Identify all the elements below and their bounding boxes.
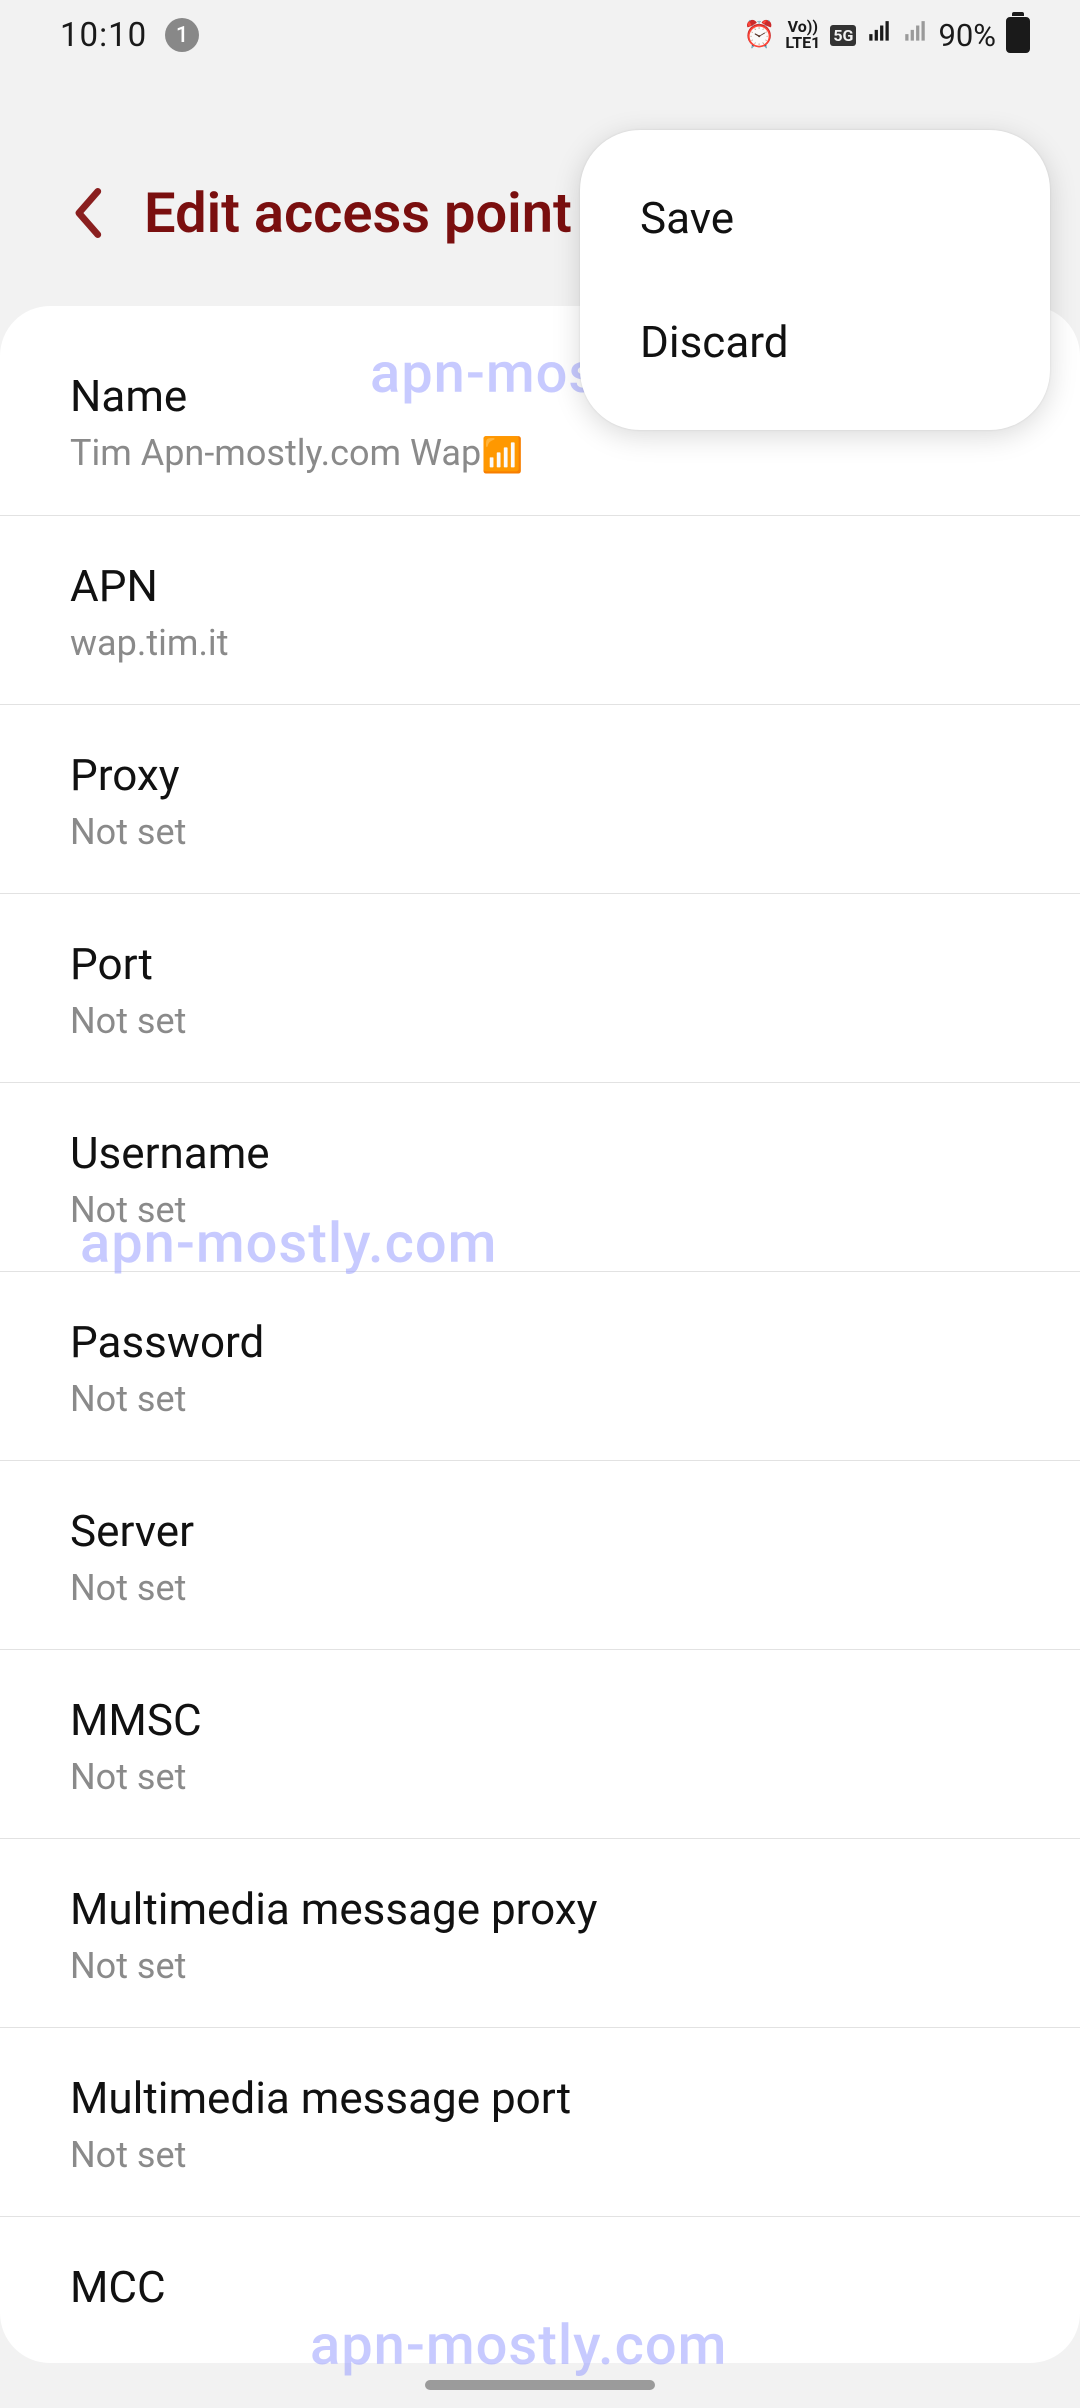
field-value: Not set: [70, 1378, 1010, 1420]
field-value: Not set: [70, 1189, 1010, 1231]
field-username[interactable]: Username Not set: [0, 1083, 1080, 1272]
menu-discard[interactable]: Discard: [580, 280, 1050, 404]
field-apn[interactable]: APN wap.tim.it: [0, 516, 1080, 705]
field-label: Proxy: [70, 749, 1010, 801]
field-label: MMSC: [70, 1694, 1010, 1746]
field-value: Not set: [70, 811, 1010, 853]
field-label: APN: [70, 560, 1010, 612]
status-time: 10:10: [60, 16, 147, 55]
nav-handle[interactable]: [425, 2380, 655, 2390]
status-left: 10:10 1: [60, 16, 199, 55]
alarm-icon: ⏰: [743, 20, 775, 50]
field-label: Multimedia message proxy: [70, 1883, 1010, 1935]
battery-percentage: 90%: [938, 17, 996, 54]
field-mms-port[interactable]: Multimedia message port Not set: [0, 2028, 1080, 2217]
field-mmsc[interactable]: MMSC Not set: [0, 1650, 1080, 1839]
field-value: Not set: [70, 2134, 1010, 2176]
settings-card: Name Tim Apn-mostly.com Wap📶 APN wap.tim…: [0, 306, 1080, 2363]
field-label: Server: [70, 1505, 1010, 1557]
field-value: Not set: [70, 1567, 1010, 1609]
back-button[interactable]: [70, 186, 104, 240]
lte-indicator: LTE1: [785, 35, 820, 51]
menu-save[interactable]: Save: [580, 156, 1050, 280]
status-bar: 10:10 1 ⏰ Vo)) LTE1 5G 90%: [0, 0, 1080, 70]
field-label: Password: [70, 1316, 1010, 1368]
field-value: Not set: [70, 1756, 1010, 1798]
field-mcc[interactable]: MCC: [0, 2217, 1080, 2363]
field-password[interactable]: Password Not set: [0, 1272, 1080, 1461]
field-value: Not set: [70, 1945, 1010, 1987]
page-title: Edit access point: [144, 180, 572, 246]
field-label: Port: [70, 938, 1010, 990]
overflow-menu: Save Discard: [580, 130, 1050, 430]
settings-scroll[interactable]: Name Tim Apn-mostly.com Wap📶 APN wap.tim…: [0, 306, 1080, 2408]
field-value: Tim Apn-mostly.com Wap📶: [70, 432, 1010, 475]
signal-bars-icon-2: [902, 19, 928, 52]
notification-count-badge: 1: [165, 18, 199, 52]
chevron-left-icon: [70, 186, 104, 240]
field-value: Not set: [70, 1000, 1010, 1042]
field-mms-proxy[interactable]: Multimedia message proxy Not set: [0, 1839, 1080, 2028]
field-server[interactable]: Server Not set: [0, 1461, 1080, 1650]
field-label: Username: [70, 1127, 1010, 1179]
field-port[interactable]: Port Not set: [0, 894, 1080, 1083]
status-right: ⏰ Vo)) LTE1 5G 90%: [743, 17, 1030, 54]
field-label: Multimedia message port: [70, 2072, 1010, 2124]
field-label: MCC: [70, 2261, 1010, 2313]
signal-emoji-icon: 📶: [481, 435, 523, 475]
signal-bars-icon: [866, 19, 892, 52]
battery-icon: [1006, 17, 1030, 53]
field-proxy[interactable]: Proxy Not set: [0, 705, 1080, 894]
field-value: wap.tim.it: [70, 622, 1010, 664]
network-5g-icon: 5G: [830, 25, 856, 46]
